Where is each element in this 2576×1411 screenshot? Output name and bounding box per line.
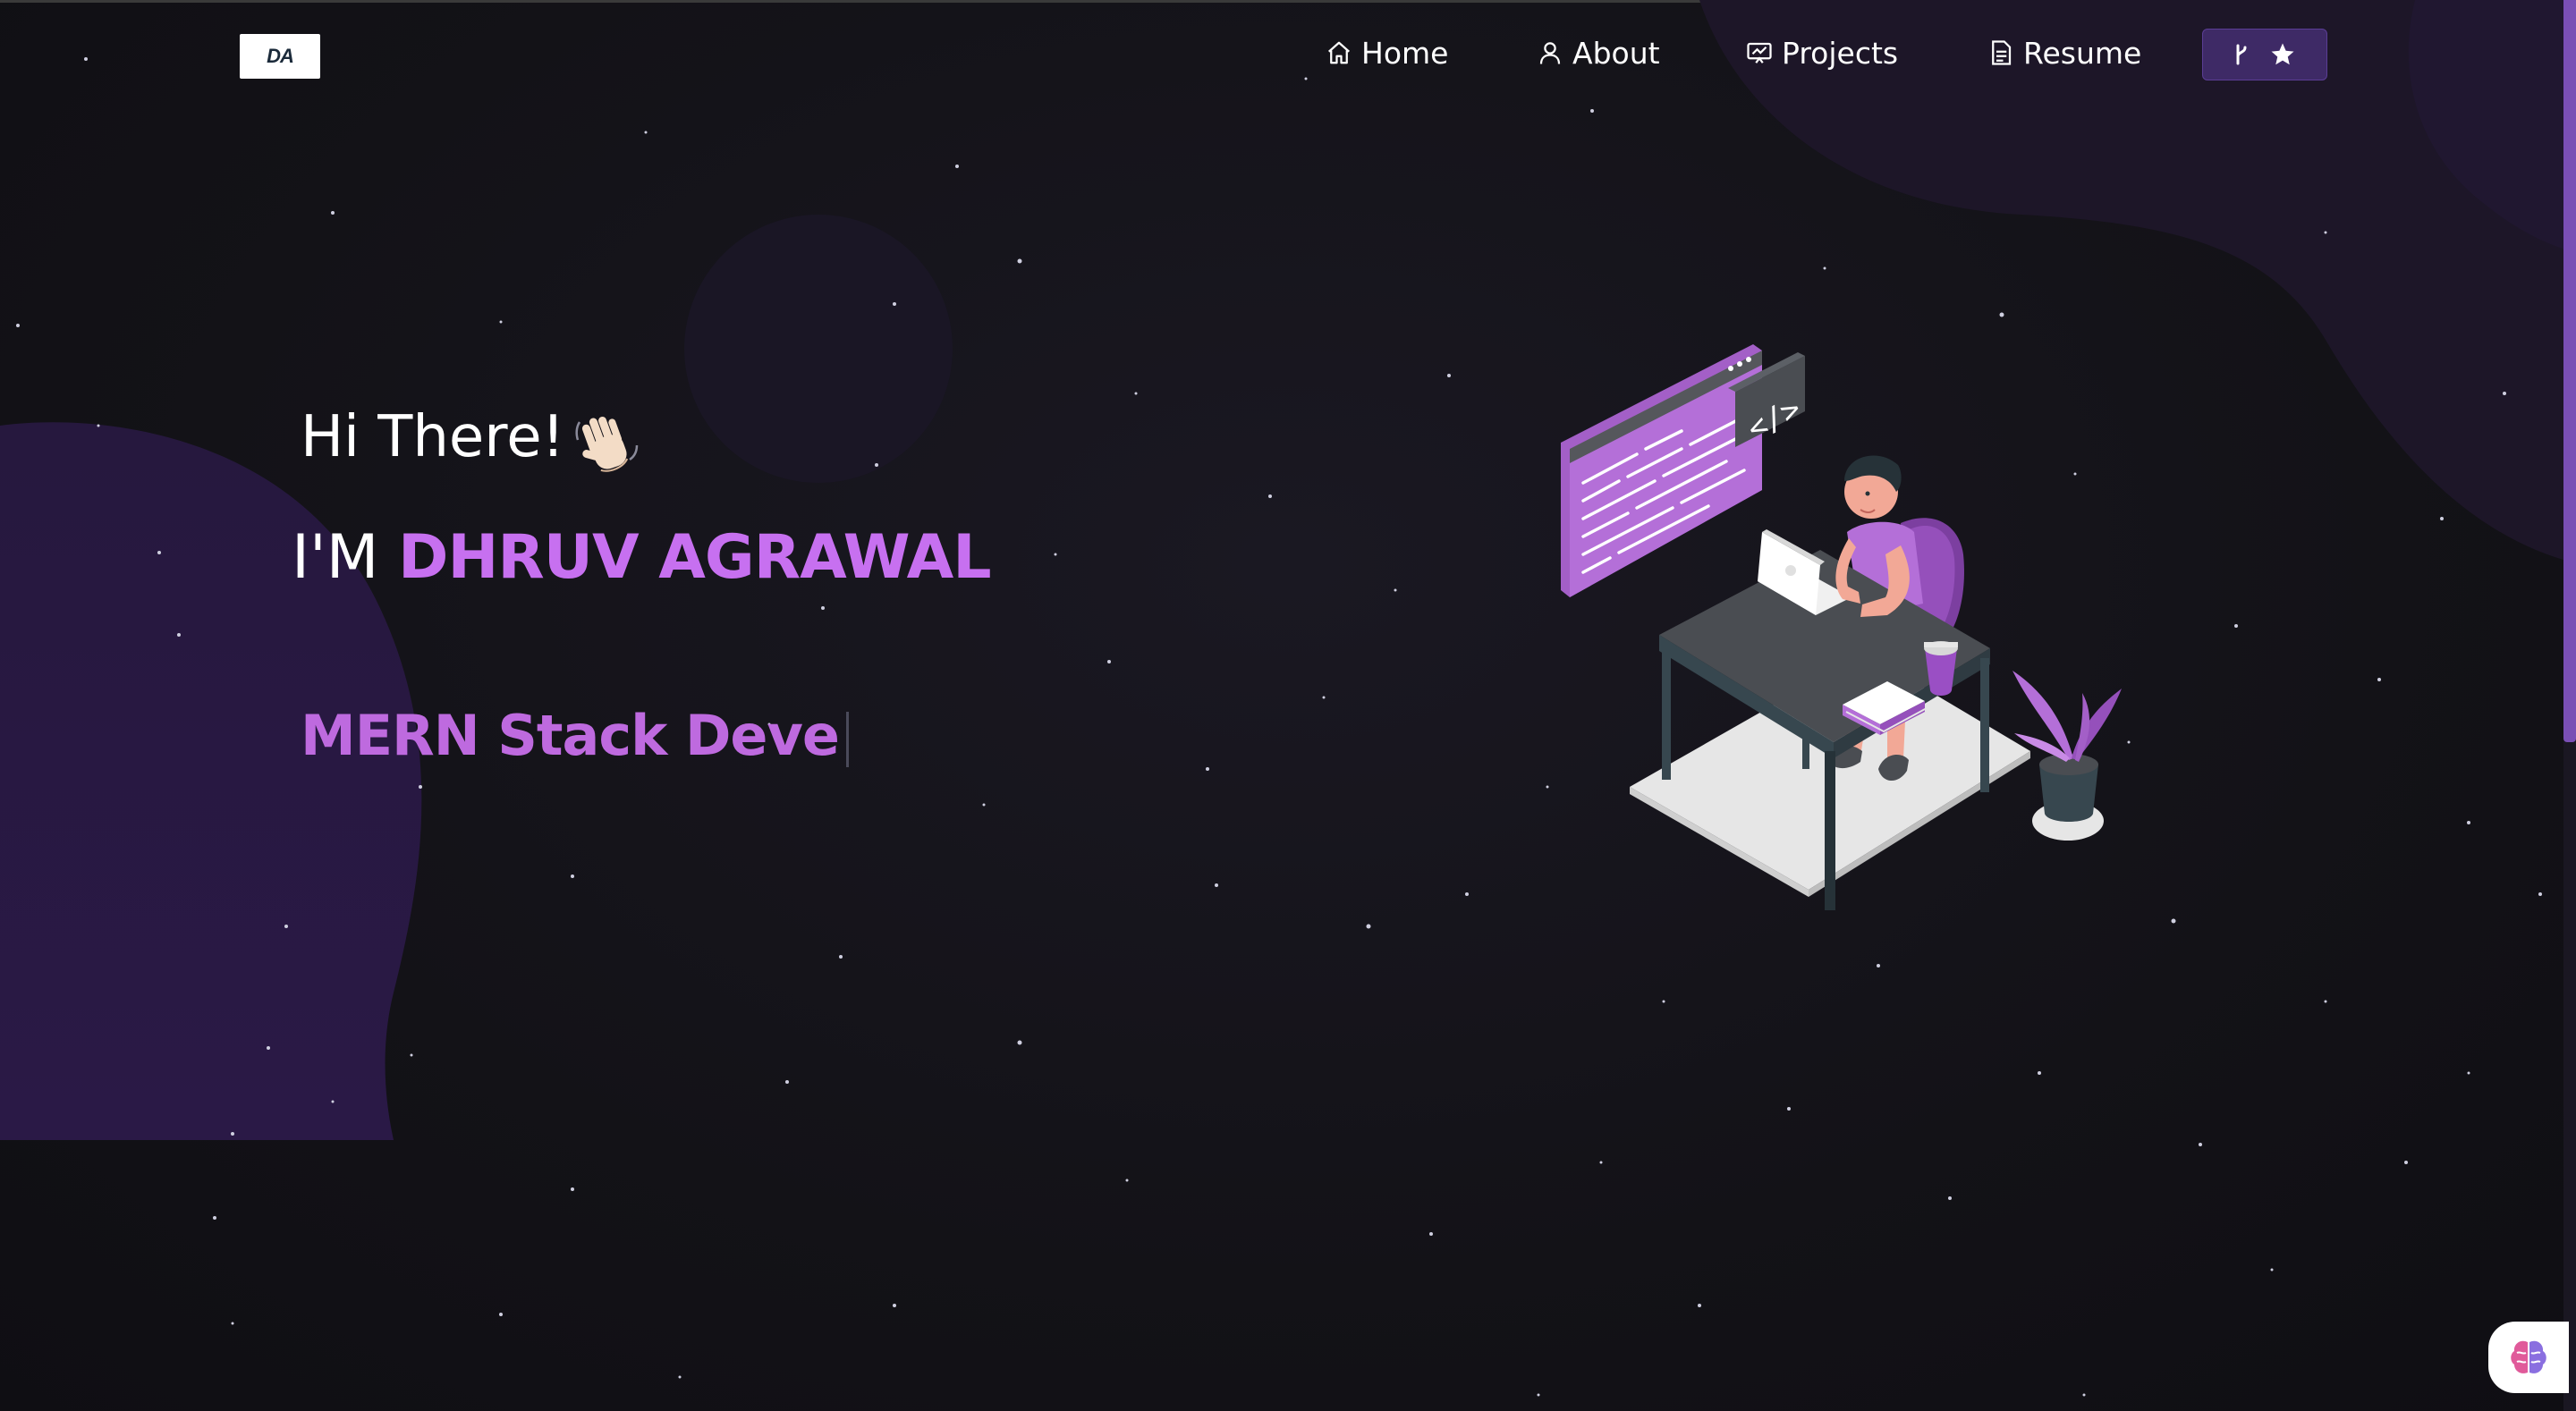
fork-icon [2236,44,2247,65]
document-icon [1992,40,2012,65]
hero-name: DHRUV AGRAWAL [398,522,992,593]
nav-home[interactable]: Home [1326,30,1448,75]
floating-widget-button[interactable] [2488,1322,2569,1393]
nav-projects-label: Projects [1782,35,1899,71]
hero-intro-prefix: I'M [292,522,379,593]
navbar: DA Home About Projects Resume [0,0,2565,107]
nav-about[interactable]: About [1537,30,1660,75]
star-icon [2271,43,2294,65]
nav-about-label: About [1572,35,1660,71]
developer-illustration: </> [1561,344,2122,910]
user-icon [1539,42,1561,64]
home-icon [1328,41,1350,64]
nav-projects[interactable]: Projects [1746,30,1898,75]
github-star-button[interactable] [2202,29,2327,80]
hero-intro: I'M DHRUV AGRAWAL [292,522,992,593]
page: DA Home About Projects Resume Hi There! [0,0,2576,1411]
hero-greeting: Hi There! [301,404,565,470]
projects-icon [1747,42,1772,63]
logo[interactable]: DA [240,34,320,79]
scrollbar-thumb[interactable] [2563,0,2576,742]
typed-text: MERN Stack Deve [301,703,840,768]
waving-hand-icon [575,416,639,472]
typing-cursor [845,711,849,767]
hero-typed-role: MERN Stack Deve [301,703,849,768]
nav-resume-label: Resume [2023,35,2142,71]
brain-icon [2511,1340,2546,1373]
nav-home-label: Home [1361,35,1449,71]
nav-resume[interactable]: Resume [1987,30,2141,75]
